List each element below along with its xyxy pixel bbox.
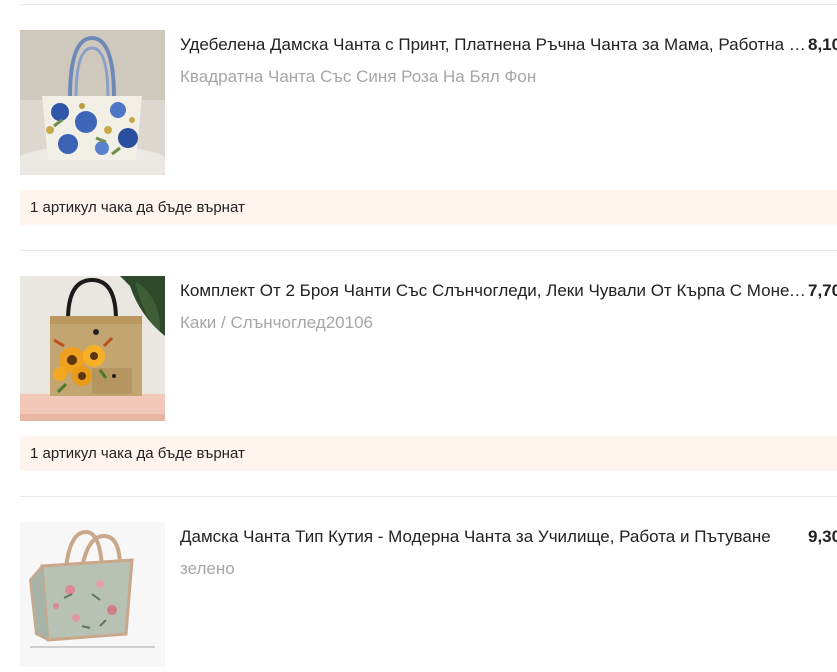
divider bbox=[20, 4, 837, 5]
return-status-banner: 1 артикул чака да бъде върнат bbox=[20, 190, 837, 225]
return-status-banner: 1 артикул чака да бъде върнат bbox=[20, 436, 837, 471]
item-price: 8,10 bbox=[808, 35, 837, 54]
item-title[interactable]: Удебелена Дамска Чанта с Принт, Платнена… bbox=[180, 34, 806, 56]
return-status-text: 1 артикул чака да бъде върнат bbox=[30, 445, 245, 462]
item-variant: Каки / Слънчоглед20106 bbox=[180, 313, 374, 332]
item-price: 9,30 bbox=[808, 527, 837, 546]
order-item-3[interactable]: Дамска Чанта Тип Кутия - Модерна Чанта з… bbox=[0, 522, 837, 672]
return-status-text: 1 артикул чака да бъде върнат bbox=[30, 199, 245, 216]
item-price: 7,70 bbox=[808, 281, 837, 300]
box-handbag-image[interactable] bbox=[20, 522, 165, 667]
order-item-2[interactable]: Комплект От 2 Броя Чанти Със Слънчогледи… bbox=[0, 276, 837, 421]
divider bbox=[20, 496, 837, 497]
item-title[interactable]: Комплект От 2 Броя Чанти Със Слънчогледи… bbox=[180, 280, 806, 302]
item-variant: зелено bbox=[180, 559, 235, 578]
divider bbox=[20, 250, 837, 251]
floral-tote-bag-image[interactable] bbox=[20, 30, 165, 175]
order-item-1[interactable]: Удебелена Дамска Чанта с Принт, Платнена… bbox=[0, 30, 837, 175]
item-variant: Квадратна Чанта Със Синя Роза На Бял Фон bbox=[180, 67, 537, 86]
item-title[interactable]: Дамска Чанта Тип Кутия - Модерна Чанта з… bbox=[180, 526, 806, 548]
sunflower-jute-bag-image[interactable] bbox=[20, 276, 165, 421]
order-items-page: Удебелена Дамска Чанта с Принт, Платнена… bbox=[0, 0, 837, 672]
